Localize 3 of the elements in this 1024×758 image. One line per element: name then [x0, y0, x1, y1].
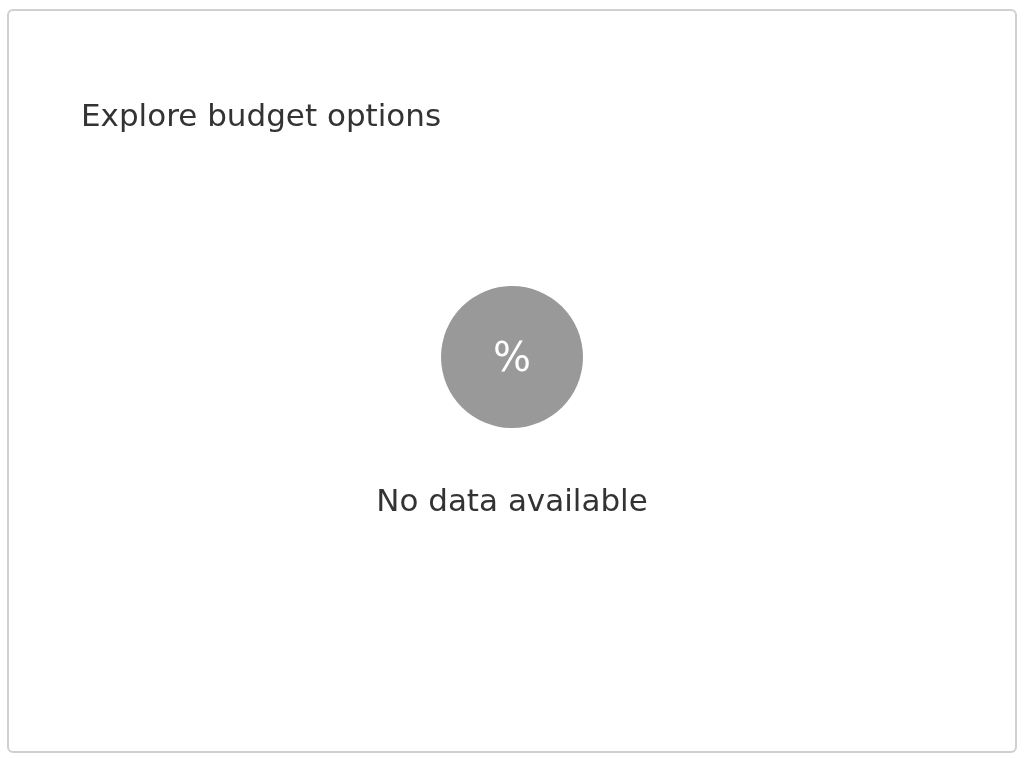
empty-message: No data available	[376, 482, 648, 520]
card-title: Explore budget options	[81, 97, 442, 135]
percent-icon: %	[441, 286, 583, 429]
